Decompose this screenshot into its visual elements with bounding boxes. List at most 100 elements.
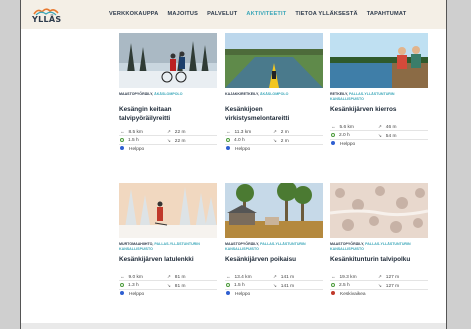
descent-value: 127 m xyxy=(385,284,400,289)
aerial-snowy-trees-photo xyxy=(330,183,428,238)
activity-stats: ↔ 19.3 km ↗ 127 m 2.5 h ↘ 127 m Keskivaikea xyxy=(330,272,428,300)
category-type: MURTOMAAHIIHTO, xyxy=(119,242,154,246)
hikers-by-lake-photo xyxy=(330,33,428,88)
duration-value: 1.3 h xyxy=(128,283,139,288)
ascent-value: 81 m xyxy=(174,275,186,280)
activity-title[interactable]: Kesängin keitaan talvipyöräilyreitti xyxy=(119,106,215,123)
category-location[interactable]: ÄKÄSLOMPOLO xyxy=(153,92,182,96)
distance-value: 5.6 km xyxy=(339,125,354,130)
activity-title[interactable]: Kesänkijärven kierros xyxy=(330,106,426,115)
descent-icon: ↘ xyxy=(167,138,171,143)
activity-card[interactable]: MURTOMAAHIIHTO, PALLAS-YLLÄSTUNTURIN KAN… xyxy=(119,183,217,317)
activity-title[interactable]: Kesänkijärven poikaisu xyxy=(225,256,321,265)
activity-category: MURTOMAAHIIHTO, PALLAS-YLLÄSTUNTURIN KAN… xyxy=(119,242,217,252)
nav-item-majoitus[interactable]: MAJOITUS xyxy=(168,11,199,17)
site-header: YLLÄS VERKKOKAUPPA MAJOITUS PALVELUT AKT… xyxy=(21,0,446,29)
distance-value: 9.0 km xyxy=(128,275,143,280)
skier-snowy-forest-photo xyxy=(119,183,217,238)
difficulty-dot-icon xyxy=(226,291,230,295)
stats-row-difficulty: Helppo xyxy=(119,145,217,155)
descent-icon: ↘ xyxy=(273,138,277,143)
stats-row-difficulty: Helppo xyxy=(225,145,323,155)
difficulty-dot-icon xyxy=(226,146,230,150)
stats-row-difficulty: Helppo xyxy=(225,290,323,300)
ascent-icon: ↗ xyxy=(273,129,277,134)
activity-image[interactable] xyxy=(330,183,428,238)
descent-value: 54 m xyxy=(385,134,397,139)
activity-title[interactable]: Kesänkijoen virkistysmelontareitti xyxy=(225,106,321,123)
nav-item-palvelut[interactable]: PALVELUT xyxy=(207,11,237,17)
nav-item-tietoa-yllaksesta[interactable]: TIETOA YLLÄKSESTÄ xyxy=(295,11,357,17)
descent-value: 22 m xyxy=(174,139,186,144)
stats-row-difficulty: Keskivaikea xyxy=(330,290,428,300)
stats-row-duration: 1.5 h ↘ 141 m xyxy=(225,281,323,290)
category-location[interactable]: ÄKÄSLOMPOLO xyxy=(259,92,288,96)
activity-card[interactable]: MAASTOPYÖRÄILY, PALLAS-YLLÄSTUNTURIN KAN… xyxy=(330,183,428,317)
activity-title[interactable]: Kesänkijärven latulenkki xyxy=(119,256,215,265)
stats-row-difficulty: Helppo xyxy=(119,290,217,300)
category-type: KAJAKKIRETKEILY, xyxy=(225,92,260,96)
activity-card[interactable]: RETKEILY, PALLAS-YLLÄSTUNTURIN KANSALLIS… xyxy=(330,33,428,167)
clock-icon xyxy=(226,282,230,287)
descent-value: 81 m xyxy=(174,284,186,289)
distance-icon: ↔ xyxy=(226,129,231,134)
descent-value: 141 m xyxy=(280,284,295,289)
ascent-icon: ↗ xyxy=(378,274,382,279)
distance-value: 13.4 km xyxy=(234,275,252,280)
kayak-on-river-photo xyxy=(225,33,323,88)
activity-image[interactable] xyxy=(330,33,428,88)
difficulty-dot-icon xyxy=(120,291,124,295)
nav-item-aktiviteetit[interactable]: AKTIVITEETIT xyxy=(246,11,286,17)
ascent-value: 46 m xyxy=(385,125,397,130)
cabin-autumn-forest-photo xyxy=(225,183,323,238)
duration-value: 2.5 h xyxy=(339,283,350,288)
nav-item-verkkokauppa[interactable]: VERKKOKAUPPA xyxy=(109,11,159,17)
ascent-value: 127 m xyxy=(385,275,400,280)
distance-icon: ↔ xyxy=(120,129,125,134)
activity-image[interactable] xyxy=(225,33,323,88)
difficulty-value: Keskivaikea xyxy=(340,292,366,297)
descent-icon: ↘ xyxy=(273,283,277,288)
winter-bikers-forest-photo xyxy=(119,33,217,88)
difficulty-value: Helppo xyxy=(340,142,356,147)
stats-row-distance: ↔ 11.3 km ↗ 2 m xyxy=(225,127,323,136)
main-nav: VERKKOKAUPPA MAJOITUS PALVELUT AKTIVITEE… xyxy=(109,11,415,17)
activity-stats: ↔ 8.5 km ↗ 22 m 1.5 h ↘ 22 m Helppo xyxy=(119,127,217,155)
page-bottom-edge xyxy=(20,323,447,329)
nav-item-tapahtumat[interactable]: TAPAHTUMAT xyxy=(367,11,407,17)
distance-icon: ↔ xyxy=(120,274,125,279)
clock-icon xyxy=(226,137,230,142)
activity-image[interactable] xyxy=(119,33,217,88)
stats-row-difficulty: Helppo xyxy=(330,140,428,150)
descent-value: 2 m xyxy=(280,139,289,144)
clock-icon xyxy=(120,137,124,142)
stats-row-duration: 1.5 h ↘ 22 m xyxy=(119,136,217,145)
activity-image[interactable] xyxy=(225,183,323,238)
difficulty-value: Helppo xyxy=(129,292,145,297)
category-type: MAASTOPYÖRÄILY, xyxy=(330,242,365,246)
activity-category: KAJAKKIRETKEILY, ÄKÄSLOMPOLO xyxy=(225,92,323,97)
page: YLLÄS VERKKOKAUPPA MAJOITUS PALVELUT AKT… xyxy=(20,0,447,323)
difficulty-dot-icon xyxy=(120,146,124,150)
duration-value: 2.0 h xyxy=(339,133,350,138)
activity-card[interactable]: KAJAKKIRETKEILY, ÄKÄSLOMPOLO Kesänkijoen… xyxy=(225,33,323,167)
stats-row-duration: 2.0 h ↘ 54 m xyxy=(330,131,428,140)
stats-row-distance: ↔ 13.4 km ↗ 141 m xyxy=(225,272,323,281)
duration-value: 1.5 h xyxy=(234,283,245,288)
activity-title[interactable]: Kesänkitunturin talvipolku xyxy=(330,256,426,265)
activity-card[interactable]: MAASTOPYÖRÄILY, PALLAS-YLLÄSTUNTURIN KAN… xyxy=(225,183,323,317)
activity-stats: ↔ 9.0 km ↗ 81 m 1.3 h ↘ 81 m Helppo xyxy=(119,272,217,300)
activity-card[interactable]: MAASTOPYÖRÄILY, ÄKÄSLOMPOLO Kesängin kei… xyxy=(119,33,217,167)
activity-category: MAASTOPYÖRÄILY, PALLAS-YLLÄSTUNTURIN KAN… xyxy=(225,242,323,252)
duration-value: 1.5 h xyxy=(128,138,139,143)
difficulty-dot-icon xyxy=(331,141,335,145)
stats-row-distance: ↔ 9.0 km ↗ 81 m xyxy=(119,272,217,281)
difficulty-dot-icon xyxy=(331,291,335,295)
activity-image[interactable] xyxy=(119,183,217,238)
ascent-value: 2 m xyxy=(280,130,289,135)
ascent-value: 141 m xyxy=(280,275,295,280)
category-type: MAASTOPYÖRÄILY, xyxy=(225,242,260,246)
distance-icon: ↔ xyxy=(226,274,231,279)
brand-logo[interactable]: YLLÄS xyxy=(32,7,61,25)
distance-icon: ↔ xyxy=(331,124,336,129)
